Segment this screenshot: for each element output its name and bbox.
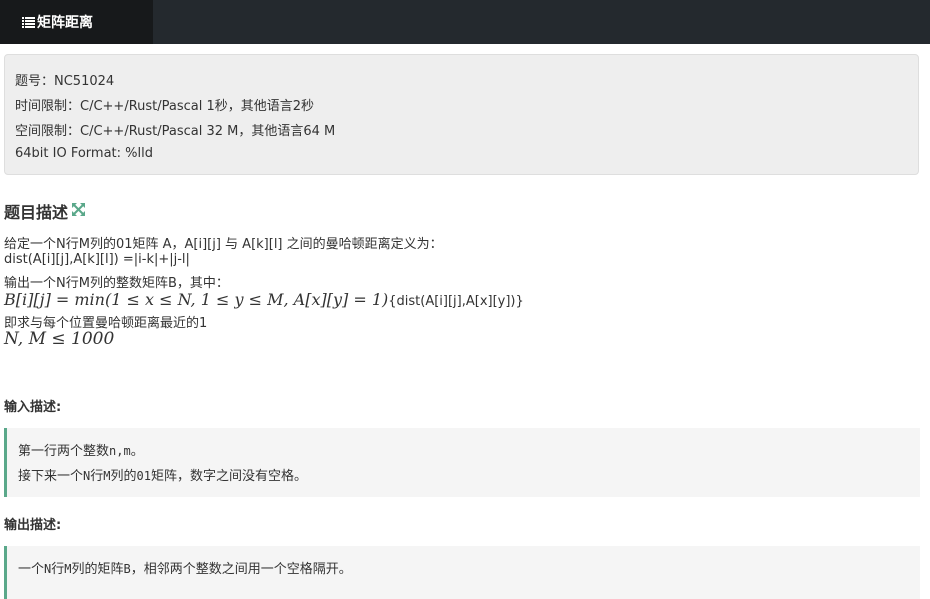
problem-info-box: 题号：NC51024 时间限制：C/C++/Rust/Pascal 1秒，其他语… — [4, 54, 919, 175]
description-formula: B[i][j] = min(1 ≤ x ≤ N, 1 ≤ y ≤ M, A[x]… — [4, 290, 524, 309]
memory-limit: 空间限制：C/C++/Rust/Pascal 32 M，其他语言64 M — [15, 124, 336, 139]
description-line: 输出一个N行M列的整数矩阵B，其中： — [4, 276, 229, 291]
input-line: 接下来一个N行M列的01矩阵，数字之间没有空格。 — [18, 469, 307, 484]
description-line: 给定一个N行M列的01矩阵 A，A[i][j] 与 A[k][l] 之间的曼哈顿… — [4, 237, 443, 252]
output-line: 一个N行M列的矩阵B，相邻两个整数之间用一个空格隔开。 — [18, 562, 352, 577]
input-line: 第一行两个整数n,m。 — [18, 444, 144, 459]
expand-icon[interactable] — [72, 203, 85, 216]
time-limit: 时间限制：C/C++/Rust/Pascal 1秒，其他语言2秒 — [15, 99, 315, 114]
problem-id: 题号：NC51024 — [15, 74, 115, 89]
input-title: 输入描述: — [4, 400, 62, 415]
input-block: 第一行两个整数n,m。 接下来一个N行M列的01矩阵，数字之间没有空格。 — [4, 428, 920, 497]
tab-label: 矩阵距离 — [37, 15, 93, 31]
output-title: 输出描述: — [4, 518, 62, 533]
list-icon — [22, 16, 35, 28]
formula-math: B[i][j] = min(1 ≤ x ≤ N, 1 ≤ y ≤ M, A[x]… — [4, 290, 389, 309]
description-title: 题目描述 — [4, 203, 69, 222]
io-format: 64bit IO Format: %lld — [15, 146, 153, 161]
constraint: N, M ≤ 1000 — [4, 329, 114, 349]
constraint-math: N, M ≤ 1000 — [4, 329, 115, 349]
top-bar: 矩阵距离 — [0, 0, 930, 44]
description-line: dist(A[i][j],A[k][l]) =|i-k|+|j-l| — [4, 252, 190, 267]
tab-matrix-distance[interactable]: 矩阵距离 — [0, 0, 153, 44]
formula-tail: {dist(A[i][j],A[x][y])} — [388, 294, 524, 309]
output-block: 一个N行M列的矩阵B，相邻两个整数之间用一个空格隔开。 — [4, 546, 920, 599]
